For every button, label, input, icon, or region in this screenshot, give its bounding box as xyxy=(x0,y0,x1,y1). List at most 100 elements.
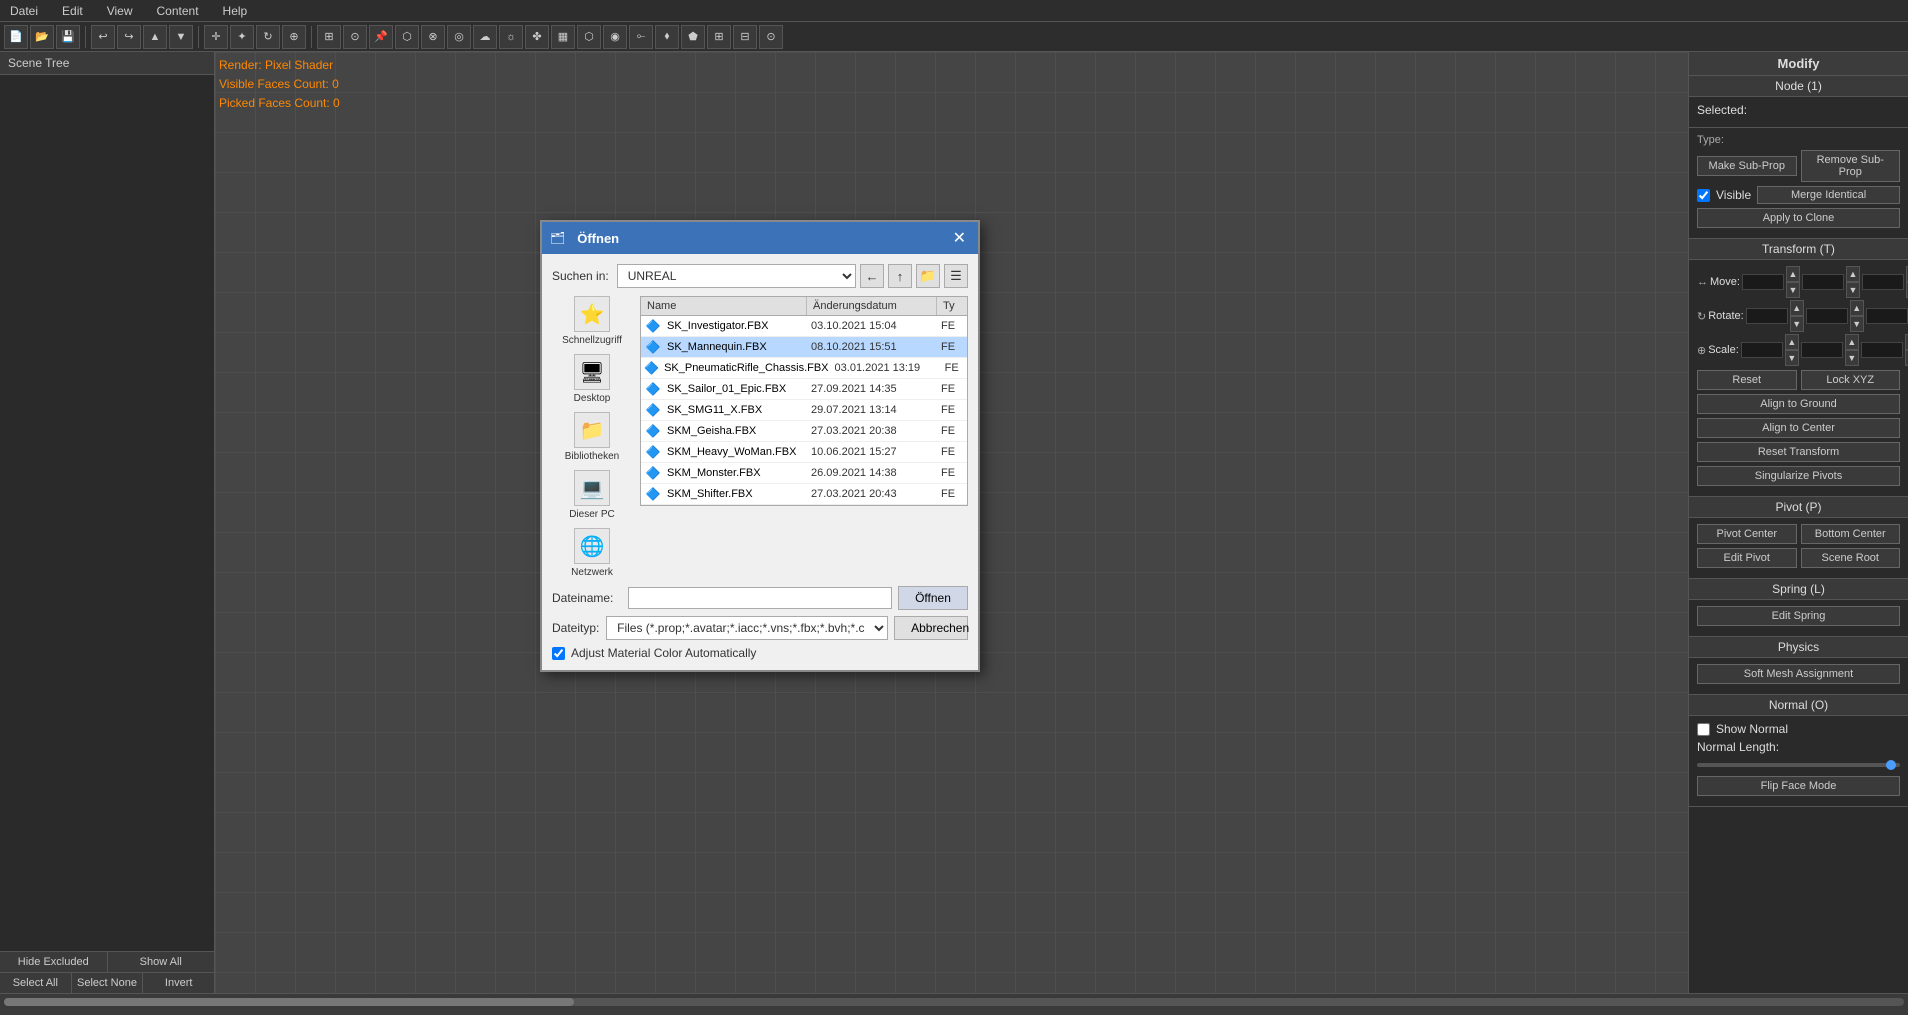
file-row[interactable]: 🔷 SK_PneumaticRifle_Chassis.FBX 03.01.20… xyxy=(641,358,967,379)
toolbar-btn-more7[interactable]: ▦ xyxy=(551,25,575,49)
toolbar-btn-undo[interactable]: ↩ xyxy=(91,25,115,49)
menu-help[interactable]: Help xyxy=(217,2,254,20)
toolbar-btn-more10[interactable]: ⟜ xyxy=(629,25,653,49)
toolbar-btn-more14[interactable]: ⊟ xyxy=(733,25,757,49)
menu-datei[interactable]: Datei xyxy=(4,2,44,20)
select-none-btn[interactable]: Select None xyxy=(72,973,144,993)
file-row[interactable]: 🔷 SKM_Shifter.FBX 27.03.2021 20:43 FE xyxy=(641,484,967,505)
menu-edit[interactable]: Edit xyxy=(56,2,89,20)
file-row[interactable]: 🔷 SKM_Heavy_WoMan.FBX 10.06.2021 15:27 F… xyxy=(641,442,967,463)
file-row[interactable]: 🔷 SK_Mannequin.FBX 08.10.2021 15:51 FE xyxy=(641,337,967,358)
location-dropdown[interactable]: UNREAL xyxy=(617,264,856,288)
move-x-down[interactable]: ▼ xyxy=(1786,282,1800,298)
toolbar-btn-open[interactable]: 📂 xyxy=(30,25,54,49)
toolbar-btn-pin[interactable]: 📌 xyxy=(369,25,393,49)
toolbar-btn-select[interactable]: ✛ xyxy=(204,25,228,49)
filetype-dropdown[interactable]: Files (*.prop;*.avatar;*.iacc;*.vns;*.fb… xyxy=(606,616,888,640)
file-row[interactable]: 🔷 SK_SMG11_X.FBX 29.07.2021 13:14 FE xyxy=(641,400,967,421)
make-sub-prop-btn[interactable]: Make Sub-Prop xyxy=(1697,156,1797,176)
bottom-scrollbar[interactable] xyxy=(0,993,1908,1009)
move-y-down[interactable]: ▼ xyxy=(1846,282,1860,298)
adjust-material-checkbox[interactable] xyxy=(552,647,565,660)
scene-root-btn[interactable]: Scene Root xyxy=(1801,548,1901,568)
pivot-center-btn[interactable]: Pivot Center xyxy=(1697,524,1797,544)
scale-z-input[interactable]: 100.0 xyxy=(1861,342,1903,358)
toolbar-btn-scale[interactable]: ⊕ xyxy=(282,25,306,49)
rotate-x-up[interactable]: ▲ xyxy=(1790,300,1804,316)
normal-slider-thumb[interactable] xyxy=(1886,760,1896,770)
rotate-y-input[interactable]: 0.0 xyxy=(1806,308,1848,324)
scale-y-down[interactable]: ▼ xyxy=(1845,350,1859,366)
toolbar-btn-new[interactable]: 📄 xyxy=(4,25,28,49)
reset-btn[interactable]: Reset xyxy=(1697,370,1797,390)
toolbar-btn-grid[interactable]: ⊞ xyxy=(317,25,341,49)
cancel-btn[interactable]: Abbrechen xyxy=(894,616,968,640)
scale-y-input[interactable]: 100.0 xyxy=(1801,342,1843,358)
select-all-btn[interactable]: Select All xyxy=(0,973,72,993)
toolbar-btn-more6[interactable]: ✤ xyxy=(525,25,549,49)
apply-to-clone-btn[interactable]: Apply to Clone xyxy=(1697,208,1900,228)
nav-desktop[interactable]: 🖥 Desktop xyxy=(574,354,611,404)
open-btn[interactable]: Öffnen xyxy=(898,586,968,610)
move-y-up[interactable]: ▲ xyxy=(1846,266,1860,282)
toolbar-btn-move[interactable]: ✦ xyxy=(230,25,254,49)
toolbar-btn-more3[interactable]: ◎ xyxy=(447,25,471,49)
toolbar-btn-more9[interactable]: ◉ xyxy=(603,25,627,49)
menu-content[interactable]: Content xyxy=(151,2,205,20)
col-type-header[interactable]: Ty xyxy=(937,297,967,315)
file-row[interactable]: 🔷 SK_Sailor_01_Epic.FBX 27.09.2021 14:35… xyxy=(641,379,967,400)
nav-netzwerk[interactable]: 🌐 Netzwerk xyxy=(571,528,613,578)
file-row[interactable]: 🔷 SKM_Geisha.FBX 27.03.2021 20:38 FE xyxy=(641,421,967,442)
move-x-up[interactable]: ▲ xyxy=(1786,266,1800,282)
visible-checkbox[interactable] xyxy=(1697,189,1710,202)
rotate-z-input[interactable]: 0.0 xyxy=(1866,308,1908,324)
reset-transform-btn[interactable]: Reset Transform xyxy=(1697,442,1900,462)
file-row[interactable]: 🔷 SM_BilliardCue.FBX 17.02.2021 16:57 FE xyxy=(641,505,967,506)
toolbar-btn-down[interactable]: ▼ xyxy=(169,25,193,49)
singularize-pivots-btn[interactable]: Singularize Pivots xyxy=(1697,466,1900,486)
align-to-ground-btn[interactable]: Align to Ground xyxy=(1697,394,1900,414)
rotate-y-down[interactable]: ▼ xyxy=(1850,316,1864,332)
bottom-center-btn[interactable]: Bottom Center xyxy=(1801,524,1901,544)
toolbar-btn-more1[interactable]: ⬡ xyxy=(395,25,419,49)
nav-bibliotheken[interactable]: 📁 Bibliotheken xyxy=(565,412,619,462)
new-folder-btn[interactable]: 📁 xyxy=(916,264,940,288)
file-row[interactable]: 🔷 SK_Investigator.FBX 03.10.2021 15:04 F… xyxy=(641,316,967,337)
view-toggle-btn[interactable]: ☰ xyxy=(944,264,968,288)
toolbar-btn-up[interactable]: ▲ xyxy=(143,25,167,49)
scene-tree-content[interactable] xyxy=(0,75,214,951)
nav-back-btn[interactable]: ← xyxy=(860,264,884,288)
toolbar-btn-snap[interactable]: ⊙ xyxy=(343,25,367,49)
scale-x-input[interactable]: 100.0 xyxy=(1741,342,1783,358)
toolbar-btn-more4[interactable]: ☁ xyxy=(473,25,497,49)
toolbar-btn-more13[interactable]: ⊞ xyxy=(707,25,731,49)
nav-up-btn[interactable]: ↑ xyxy=(888,264,912,288)
toolbar-btn-more15[interactable]: ⊙ xyxy=(759,25,783,49)
toolbar-btn-more8[interactable]: ⬡ xyxy=(577,25,601,49)
scroll-thumb[interactable] xyxy=(4,998,574,1006)
scale-y-up[interactable]: ▲ xyxy=(1845,334,1859,350)
toolbar-btn-redo[interactable]: ↪ xyxy=(117,25,141,49)
rotate-y-up[interactable]: ▲ xyxy=(1850,300,1864,316)
col-name-header[interactable]: Name xyxy=(641,297,807,315)
file-list-container[interactable]: Name Änderungsdatum Ty 🔷 SK_Investigator… xyxy=(640,296,968,506)
soft-mesh-btn[interactable]: Soft Mesh Assignment xyxy=(1697,664,1900,684)
toolbar-btn-more2[interactable]: ⊗ xyxy=(421,25,445,49)
dialog-close-btn[interactable]: ✕ xyxy=(949,228,970,248)
edit-pivot-btn[interactable]: Edit Pivot xyxy=(1697,548,1797,568)
filename-input[interactable] xyxy=(628,587,892,609)
move-z-input[interactable]: 0.0 xyxy=(1862,274,1904,290)
nav-dieser-pc[interactable]: 💻 Dieser PC xyxy=(569,470,615,520)
toolbar-btn-more5[interactable]: ☼ xyxy=(499,25,523,49)
hide-excluded-btn[interactable]: Hide Excluded xyxy=(0,952,108,972)
invert-btn[interactable]: Invert xyxy=(143,973,214,993)
menu-view[interactable]: View xyxy=(101,2,139,20)
merge-identical-btn[interactable]: Merge Identical xyxy=(1757,186,1900,204)
toolbar-btn-rotate[interactable]: ↻ xyxy=(256,25,280,49)
col-date-header[interactable]: Änderungsdatum xyxy=(807,297,937,315)
show-normal-checkbox[interactable] xyxy=(1697,723,1710,736)
remove-sub-prop-btn[interactable]: Remove Sub-Prop xyxy=(1801,150,1901,182)
scale-x-down[interactable]: ▼ xyxy=(1785,350,1799,366)
flip-face-mode-btn[interactable]: Flip Face Mode xyxy=(1697,776,1900,796)
nav-schnellzugriff[interactable]: ⭐ Schnellzugriff xyxy=(562,296,622,346)
